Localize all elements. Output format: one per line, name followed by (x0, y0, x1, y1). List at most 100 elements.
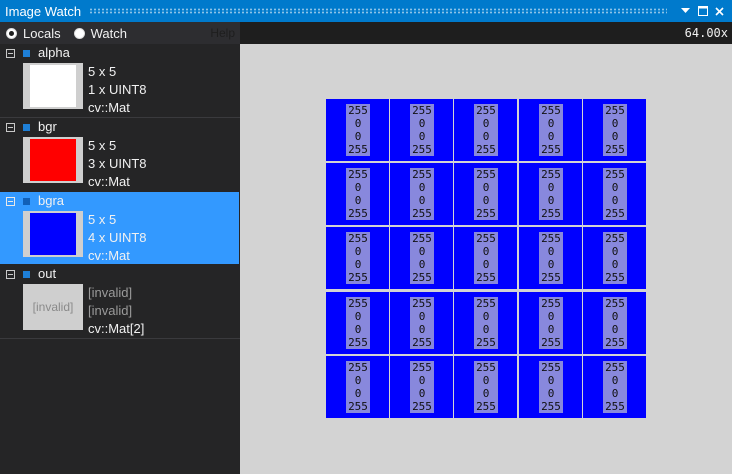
pixel-cell[interactable]: 255 0 0 255 (390, 99, 453, 161)
channel-value-a: 255 (412, 143, 432, 156)
image-thumbnail[interactable] (23, 137, 83, 183)
variable-name: bgr (38, 119, 57, 134)
variable-item-alpha[interactable]: alpha 5 x 5 1 x UINT8 cv::Mat (0, 44, 239, 116)
variable-item-bgr[interactable]: bgr 5 x 5 3 x UINT8 cv::Mat (0, 118, 239, 190)
drag-grip[interactable] (89, 8, 667, 14)
pixel-value-label: 255 0 0 255 (474, 297, 498, 349)
pixel-cell[interactable]: 255 0 0 255 (454, 163, 517, 225)
variable-class: cv::Mat (88, 248, 130, 263)
channel-value-g: 0 (418, 117, 426, 130)
title-bar: Image Watch (0, 0, 732, 22)
pixel-value-label: 255 0 0 255 (346, 361, 370, 413)
channel-value-b: 255 (412, 232, 432, 245)
maximize-icon[interactable] (694, 0, 711, 22)
channel-value-b: 255 (412, 361, 432, 374)
watch-radio-option[interactable]: Watch (73, 26, 127, 41)
channel-value-b: 255 (412, 168, 432, 181)
channel-value-a: 255 (541, 271, 561, 284)
collapse-icon[interactable] (6, 270, 15, 279)
pixel-cell[interactable]: 255 0 0 255 (390, 356, 453, 418)
channel-value-g: 0 (611, 374, 619, 387)
thumbnail-fill (30, 213, 76, 255)
pixel-cell[interactable]: 255 0 0 255 (519, 227, 582, 289)
pixel-cell[interactable]: 255 0 0 255 (583, 292, 646, 354)
variable-item-bgra[interactable]: bgra 5 x 5 4 x UINT8 cv::Mat (0, 192, 239, 264)
pixel-cell[interactable]: 255 0 0 255 (390, 163, 453, 225)
pixel-cell[interactable]: 255 0 0 255 (583, 356, 646, 418)
channel-value-b: 255 (605, 168, 625, 181)
pixel-cell[interactable]: 255 0 0 255 (454, 227, 517, 289)
pixel-cell[interactable]: 255 0 0 255 (390, 292, 453, 354)
channel-value-g: 0 (611, 245, 619, 258)
image-thumbnail[interactable] (23, 63, 83, 109)
channel-value-g: 0 (482, 245, 490, 258)
locals-radio[interactable] (6, 27, 17, 39)
variable-name: alpha (38, 45, 70, 60)
pixel-cell[interactable]: 255 0 0 255 (326, 227, 389, 289)
variable-type: 1 x UINT8 (88, 82, 147, 97)
pixel-grid[interactable]: 255 0 0 255 255 0 0 255 255 0 0 255 255 0 0 255 255 0 0 255… (325, 98, 647, 420)
pixel-value-label: 255 0 0 255 (539, 361, 563, 413)
pixel-cell[interactable]: 255 0 0 255 (326, 99, 389, 161)
image-thumbnail[interactable] (23, 211, 83, 257)
channel-value-g: 0 (354, 245, 362, 258)
close-icon[interactable] (711, 0, 728, 22)
pixel-cell[interactable]: 255 0 0 255 (519, 292, 582, 354)
variable-name: bgra (38, 193, 65, 208)
pixel-cell[interactable]: 255 0 0 255 (326, 356, 389, 418)
pixel-cell[interactable]: 255 0 0 255 (519, 356, 582, 418)
pixel-cell[interactable]: 255 0 0 255 (583, 227, 646, 289)
channel-value-g: 0 (354, 117, 362, 130)
pixel-cell[interactable]: 255 0 0 255 (583, 163, 646, 225)
variable-size: [invalid] (88, 285, 133, 300)
collapse-icon[interactable] (6, 197, 15, 206)
variable-info: 5 x 5 3 x UINT8 cv::Mat (88, 137, 147, 191)
channel-value-g: 0 (418, 310, 426, 323)
pixel-value-label: 255 0 0 255 (410, 232, 434, 284)
channel-value-a: 255 (348, 207, 368, 220)
channel-value-g: 0 (418, 181, 426, 194)
channel-value-b: 255 (605, 297, 625, 310)
channel-value-r: 0 (482, 387, 490, 400)
pixel-cell[interactable]: 255 0 0 255 (519, 99, 582, 161)
help-link[interactable]: Help (210, 26, 235, 40)
variable-type: 3 x UINT8 (88, 156, 147, 171)
channel-value-a: 255 (348, 400, 368, 413)
dropdown-icon[interactable] (677, 0, 694, 22)
watch-radio[interactable] (73, 27, 85, 39)
channel-value-r: 0 (482, 130, 490, 143)
pixel-cell[interactable]: 255 0 0 255 (326, 163, 389, 225)
locals-radio-option[interactable]: Locals (6, 26, 61, 41)
channel-value-r: 0 (547, 258, 555, 271)
channel-value-b: 255 (476, 297, 496, 310)
collapse-icon[interactable] (6, 49, 15, 58)
channel-value-b: 255 (348, 297, 368, 310)
pixel-value-label: 255 0 0 255 (603, 361, 627, 413)
channel-value-g: 0 (482, 181, 490, 194)
variable-item-out[interactable]: out [invalid] [invalid] [invalid] cv::Ma… (0, 265, 239, 337)
channel-value-a: 255 (412, 400, 432, 413)
channel-value-r: 0 (354, 323, 362, 336)
pixel-value-label: 255 0 0 255 (410, 168, 434, 220)
channel-value-b: 255 (476, 361, 496, 374)
pixel-value-label: 255 0 0 255 (474, 168, 498, 220)
channel-value-r: 0 (354, 194, 362, 207)
collapse-icon[interactable] (6, 123, 15, 132)
channel-value-r: 0 (354, 387, 362, 400)
channel-value-a: 255 (348, 336, 368, 349)
pixel-cell[interactable]: 255 0 0 255 (390, 227, 453, 289)
pixel-cell[interactable]: 255 0 0 255 (583, 99, 646, 161)
pixel-cell[interactable]: 255 0 0 255 (519, 163, 582, 225)
pixel-cell[interactable]: 255 0 0 255 (454, 99, 517, 161)
image-thumbnail[interactable]: [invalid] (23, 284, 83, 330)
pixel-cell[interactable]: 255 0 0 255 (454, 356, 517, 418)
variable-icon (23, 50, 30, 57)
image-viewer[interactable]: 64.00x 255 0 0 255 255 0 0 255 255 0 0 255 255 0 0 255 2… (240, 22, 732, 474)
pixel-value-label: 255 0 0 255 (539, 232, 563, 284)
pixel-cell[interactable]: 255 0 0 255 (326, 292, 389, 354)
channel-value-b: 255 (605, 232, 625, 245)
pixel-cell[interactable]: 255 0 0 255 (454, 292, 517, 354)
view-toolbar: Locals Watch Help (0, 22, 240, 44)
channel-value-r: 0 (547, 194, 555, 207)
channel-value-r: 0 (547, 387, 555, 400)
